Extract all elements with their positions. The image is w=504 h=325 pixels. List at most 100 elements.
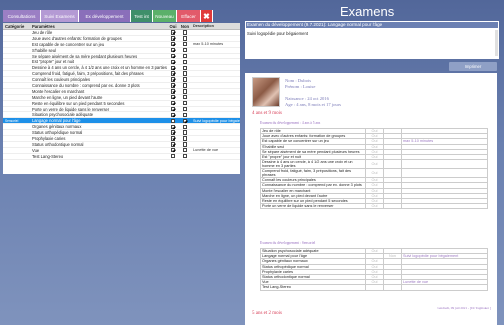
row-parameter: Connaît les couleurs principales <box>32 77 91 83</box>
tab-consultations[interactable]: Consultations <box>3 10 41 22</box>
oui-checkbox[interactable] <box>170 148 176 153</box>
table-row[interactable]: Test Lang-Stereo <box>3 154 240 160</box>
non-checkbox[interactable] <box>182 148 188 153</box>
exam-table-1: Jeu de rôle Oui Joue avec d'autres enfants… <box>260 127 488 210</box>
header-non: Non <box>180 23 190 29</box>
non-checkbox[interactable] <box>182 136 188 141</box>
oui-checkbox[interactable] <box>170 53 176 59</box>
report-footer: vendredi, 09 juil 2021 - [Dr Tagmaker ] <box>437 306 491 310</box>
non-checkbox[interactable] <box>182 59 188 65</box>
non-cell <box>179 100 191 106</box>
report-non <box>383 168 402 179</box>
non-cell <box>179 59 191 65</box>
row-description[interactable]: Suivi logopédie pour bégaiement <box>191 119 240 123</box>
row-parameter: Situation psychosociale adéquate <box>32 112 93 118</box>
row-parameter: Test Lang-Stereo <box>32 153 64 159</box>
non-checkbox[interactable] <box>182 42 188 47</box>
tab-ex-developpement[interactable]: Ex développement <box>79 10 131 22</box>
non-checkbox[interactable] <box>182 106 188 112</box>
oui-checkbox[interactable] <box>170 153 176 159</box>
non-checkbox[interactable] <box>182 47 188 53</box>
report-desc <box>401 159 488 170</box>
row-description[interactable]: max 5-10 minutes <box>191 42 240 46</box>
non-checkbox[interactable] <box>182 30 188 35</box>
exam-summary-note[interactable]: Suivi logopédie pour bégaiement <box>247 31 308 36</box>
non-cell <box>179 95 191 100</box>
oui-checkbox[interactable] <box>170 136 176 141</box>
patient-age: Age : 4 ans, 8 mois et 17 jours <box>285 102 341 107</box>
oui-checkbox[interactable] <box>170 89 176 94</box>
non-checkbox[interactable] <box>182 36 188 41</box>
oui-checkbox[interactable] <box>170 130 176 135</box>
close-icon[interactable]: ✖ <box>201 10 213 22</box>
oui-cell <box>167 36 179 41</box>
non-cell <box>179 36 191 41</box>
section-title-2: 5 ans et 2 mois <box>252 311 282 316</box>
non-cell <box>179 83 191 88</box>
non-checkbox[interactable] <box>182 130 188 135</box>
non-checkbox[interactable] <box>182 142 188 147</box>
patient-firstname: Prénom : Louise <box>285 84 315 89</box>
row-description[interactable]: Lunette de vue <box>191 148 240 152</box>
oui-checkbox[interactable] <box>170 65 176 70</box>
non-checkbox[interactable] <box>182 83 188 88</box>
oui-cell <box>167 124 179 129</box>
non-checkbox[interactable] <box>182 153 188 159</box>
non-checkbox[interactable] <box>182 118 188 123</box>
print-button[interactable]: Imprimer <box>449 62 497 71</box>
naissance-label: Naissance : <box>285 96 307 101</box>
oui-checkbox[interactable] <box>170 83 176 88</box>
oui-checkbox[interactable] <box>170 124 176 129</box>
oui-checkbox[interactable] <box>170 47 176 53</box>
new-button[interactable]: Nouveau <box>153 10 177 22</box>
non-checkbox[interactable] <box>182 100 188 106</box>
exam-summary-title: Examen du développement (9.7.2021): Lang… <box>246 22 498 28</box>
oui-checkbox[interactable] <box>170 112 176 118</box>
report-oui: Oui <box>365 159 384 170</box>
oui-checkbox[interactable] <box>170 71 176 76</box>
oui-cell <box>167 142 179 147</box>
report-preview: Nom : Dubois Prénom : Louise Naissance :… <box>245 73 497 325</box>
oui-checkbox[interactable] <box>170 106 176 112</box>
toolbar-tabs: Consultations Suivi Examens Ex développe… <box>3 10 213 22</box>
non-checkbox[interactable] <box>182 124 188 129</box>
report-row: Dessine à 4 ans un cercle, à 4 1/2 ans u… <box>260 159 488 170</box>
non-checkbox[interactable] <box>182 77 188 82</box>
non-cell <box>179 142 191 147</box>
oui-checkbox[interactable] <box>170 30 176 35</box>
oui-checkbox[interactable] <box>170 77 176 82</box>
oui-cell <box>167 77 179 82</box>
header-oui: Oui <box>169 23 177 29</box>
oui-checkbox[interactable] <box>170 142 176 147</box>
oui-checkbox[interactable] <box>170 118 176 123</box>
non-checkbox[interactable] <box>182 112 188 118</box>
non-checkbox[interactable] <box>182 65 188 70</box>
non-cell <box>179 106 191 112</box>
non-checkbox[interactable] <box>182 95 188 100</box>
age-label: Age : <box>285 102 296 107</box>
non-checkbox[interactable] <box>182 71 188 76</box>
report-non <box>383 284 402 291</box>
oui-cell <box>167 65 179 70</box>
summary-scrollbar[interactable] <box>495 30 498 56</box>
tab-suivi-examens[interactable]: Suivi Examens <box>41 10 79 22</box>
grid-header: Catégorie Paramètres Oui Non Description <box>3 23 240 30</box>
non-checkbox[interactable] <box>182 89 188 94</box>
grid-rows: Jeu de rôle Joue avec d'autres enfants: f… <box>3 30 240 160</box>
non-cell <box>179 124 191 129</box>
row-parameter: Vue <box>32 147 40 153</box>
row-parameter: Joue avec d'autres enfants: formation de… <box>32 35 122 41</box>
oui-checkbox[interactable] <box>170 59 176 65</box>
non-cell <box>179 65 191 70</box>
delete-button[interactable]: Effacer <box>177 10 201 22</box>
non-checkbox[interactable] <box>182 53 188 59</box>
tab-test[interactable]: Test int <box>131 10 153 22</box>
patient-photo <box>252 77 280 107</box>
row-parameter: Reste en équilibre sur un pied pendant 5… <box>32 100 125 106</box>
oui-checkbox[interactable] <box>170 42 176 47</box>
oui-checkbox[interactable] <box>170 100 176 106</box>
oui-cell <box>167 30 179 35</box>
oui-checkbox[interactable] <box>170 36 176 41</box>
oui-cell <box>167 83 179 88</box>
oui-checkbox[interactable] <box>170 95 176 100</box>
